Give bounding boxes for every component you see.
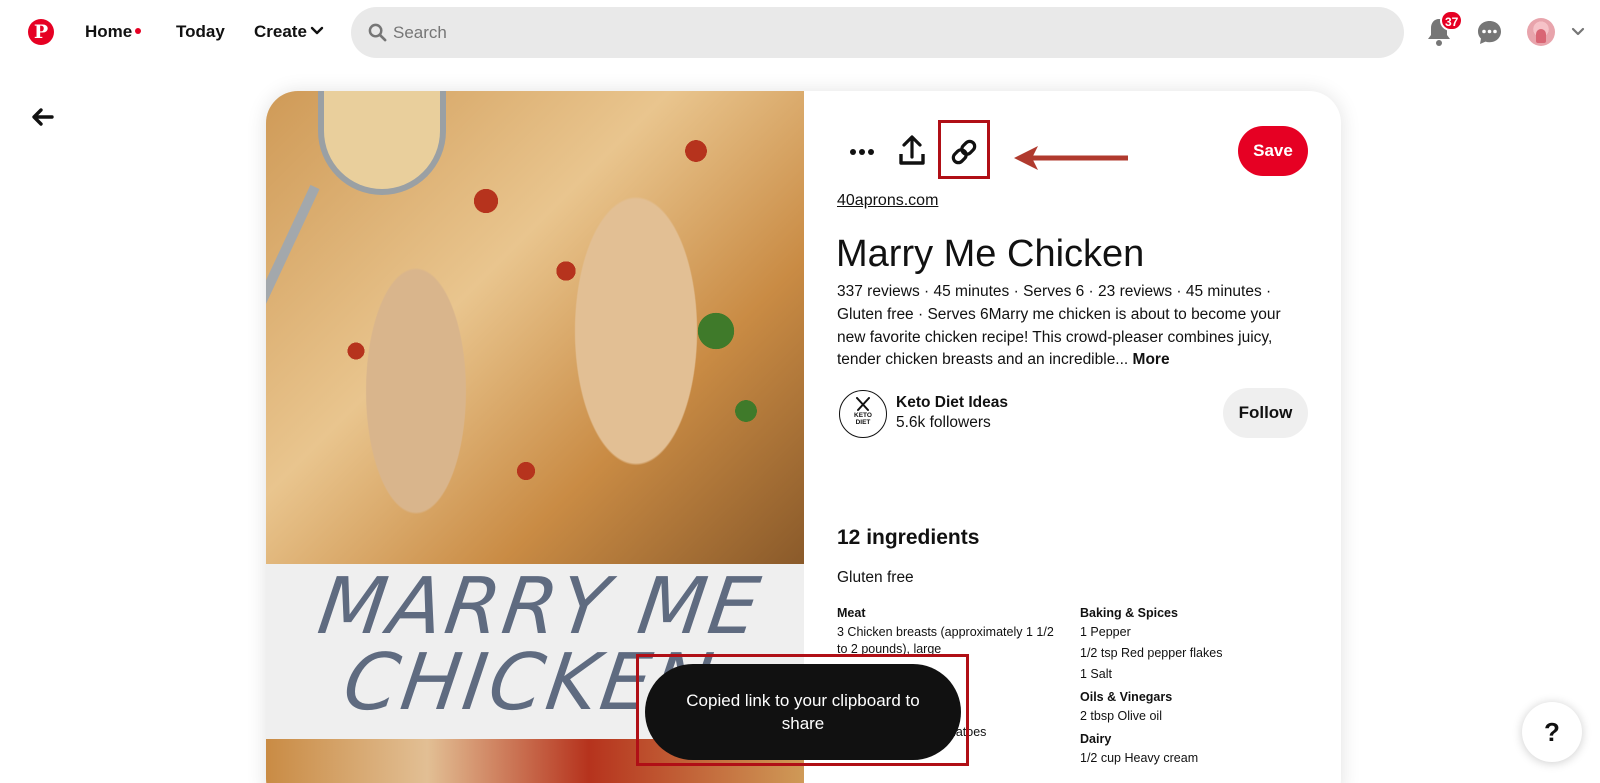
nav-home[interactable]: Home: [85, 22, 132, 42]
badge-line-2: DIET: [855, 419, 871, 426]
account-chevron-down-icon[interactable]: [1571, 25, 1585, 39]
search-bar[interactable]: [351, 7, 1404, 58]
ingredient-group-title: Meat: [837, 606, 866, 620]
description-text: 337 reviews · 45 minutes · Serves 6 · 23…: [837, 283, 1281, 369]
ingredient-group-title: Dairy: [1080, 732, 1112, 746]
copy-link-highlight-box: [938, 120, 990, 179]
annotation-arrow-icon: [1014, 146, 1128, 170]
ingredient-group: Oils & Vinegars 2 tbsp Olive oil: [1080, 687, 1310, 725]
toast-highlight-box: [636, 654, 969, 766]
pin-title: Marry Me Chicken: [836, 233, 1145, 275]
follow-button[interactable]: Follow: [1223, 388, 1308, 438]
messages-icon[interactable]: [1476, 19, 1503, 46]
help-button[interactable]: ?: [1522, 702, 1582, 762]
creator-followers: 5.6k followers: [896, 414, 991, 431]
creator-badge-text: KETO DIET: [840, 412, 886, 426]
creator-name[interactable]: Keto Diet Ideas: [896, 394, 1008, 412]
top-nav: P Home Today Create 37: [0, 0, 1600, 66]
pinterest-logo-icon[interactable]: P: [28, 19, 54, 45]
nav-today[interactable]: Today: [176, 22, 225, 42]
source-link[interactable]: 40aprons.com: [837, 192, 938, 210]
ingredient-item: 1/2 tsp Red pepper flakes: [1080, 646, 1223, 660]
nav-create[interactable]: Create: [254, 22, 307, 42]
ingredients-column-right: Baking & Spices 1 Pepper 1/2 tsp Red pep…: [1080, 603, 1310, 771]
creator-avatar[interactable]: KETO DIET: [839, 390, 887, 438]
ingredient-item: 3 Chicken breasts (approximately 1 1/2 t…: [837, 625, 1054, 656]
more-link[interactable]: More: [1133, 351, 1170, 368]
ingredient-group: Baking & Spices 1 Pepper 1/2 tsp Red pep…: [1080, 603, 1310, 683]
home-notification-dot: [135, 28, 141, 34]
share-upload-icon[interactable]: [890, 130, 934, 174]
search-icon: [368, 23, 387, 42]
user-avatar[interactable]: [1527, 18, 1555, 46]
logo-letter: P: [33, 21, 49, 43]
pin-description: 337 reviews · 45 minutes · Serves 6 · 23…: [837, 281, 1297, 372]
ingredients-title: 12 ingredients: [837, 526, 980, 549]
ingredient-group-title: Oils & Vinegars: [1080, 690, 1173, 704]
ingredient-item: 2 tbsp Olive oil: [1080, 709, 1162, 723]
search-input[interactable]: [393, 7, 1373, 58]
badge-line-1: KETO: [854, 412, 872, 419]
notification-badge: 37: [1440, 10, 1464, 31]
fork-knife-icon: [856, 397, 870, 411]
more-options-icon[interactable]: [840, 135, 884, 179]
ingredient-group: Meat 3 Chicken breasts (approximately 1 …: [837, 603, 1067, 658]
ingredients-tag: Gluten free: [837, 569, 914, 586]
ingredient-item: 1/2 cup Heavy cream: [1080, 751, 1199, 765]
image-title-line-1: MARRY ME: [312, 562, 768, 652]
ingredient-item: 1 Salt: [1080, 667, 1112, 681]
save-button[interactable]: Save: [1238, 126, 1308, 176]
ingredient-item: 1 Pepper: [1080, 625, 1131, 639]
ingredient-group-title: Baking & Spices: [1080, 606, 1178, 620]
back-arrow-icon[interactable]: [30, 104, 56, 130]
chevron-down-icon[interactable]: [310, 24, 324, 38]
ingredient-group: Dairy 1/2 cup Heavy cream: [1080, 729, 1310, 767]
